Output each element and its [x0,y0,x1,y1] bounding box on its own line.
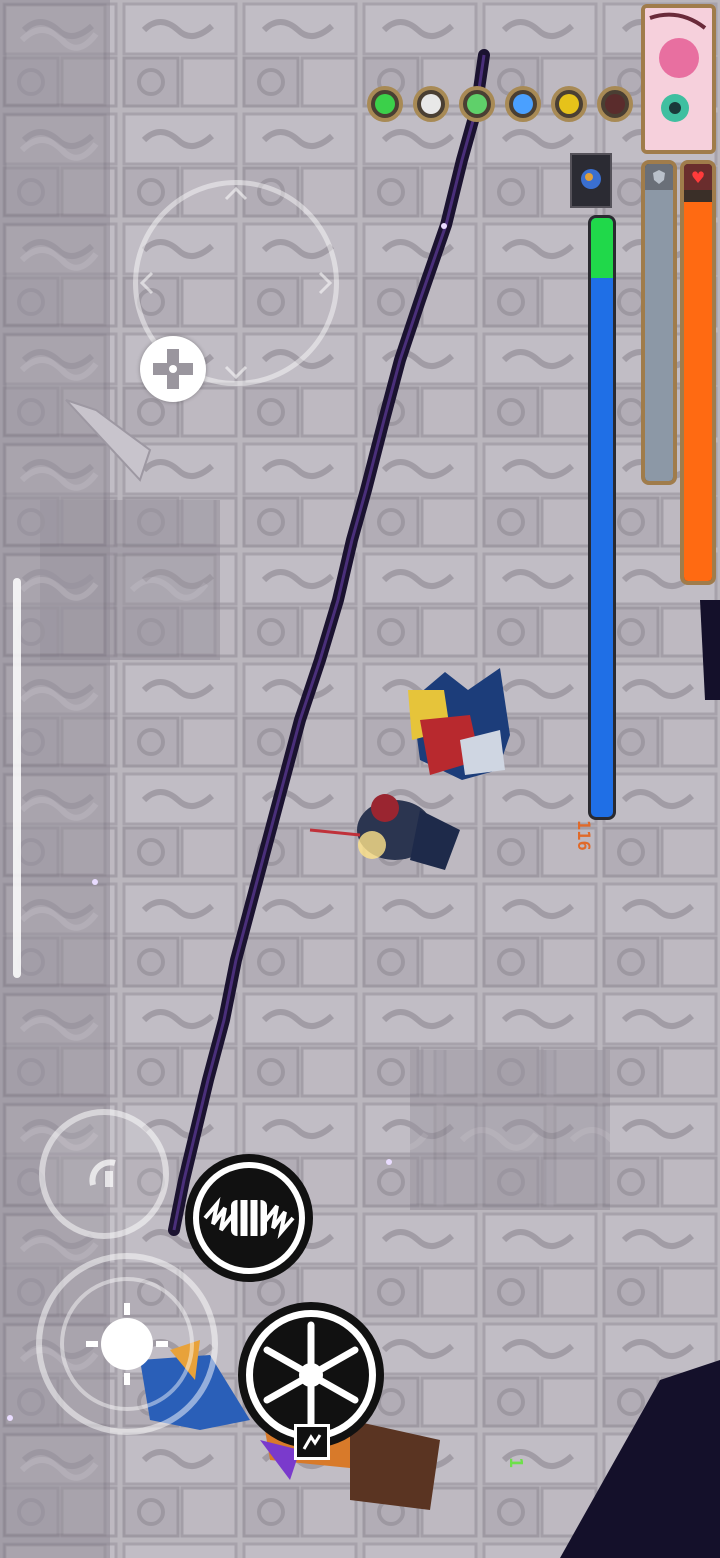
star-wand-icon[interactable] [505,86,541,122]
swirl-orb-icon[interactable] [459,86,495,122]
energy-top [591,218,613,278]
green-orb-icon[interactable] [367,86,403,122]
heart-icon: ♥ [684,164,712,190]
skill-swap-icon[interactable] [294,1424,330,1460]
coin-counter: 1 [504,1457,526,1468]
pet-icon[interactable] [570,153,612,208]
weapon-swap-icon [89,1159,116,1187]
snowflake-icon [253,1317,369,1433]
health-fill [684,202,712,581]
attack-joystick-ring [60,1277,194,1411]
character-portrait[interactable] [641,4,716,154]
weapon-swap-button[interactable] [39,1109,169,1239]
shield-icon [645,164,673,190]
health-bar: ♥ [680,160,716,585]
fist-icon [199,1168,299,1268]
portrait-face-icon [645,8,712,150]
dark-bomb-icon[interactable] [597,86,633,122]
dpad-icon [153,349,193,389]
white-bag-icon[interactable] [413,86,449,122]
attack-joystick[interactable] [36,1253,218,1435]
shield-bar [641,160,677,485]
energy-fill [591,218,613,817]
energy-value: 116 [573,820,593,851]
shield-fill [645,190,673,481]
dpad-toggle-button[interactable] [140,336,206,402]
vertical-slider[interactable] [13,578,21,978]
punch-skill-button[interactable] [185,1154,313,1282]
buff-bar [365,86,637,126]
crosshair-icon [86,1303,168,1385]
energy-bar [588,215,616,820]
gold-coin-icon[interactable] [551,86,587,122]
